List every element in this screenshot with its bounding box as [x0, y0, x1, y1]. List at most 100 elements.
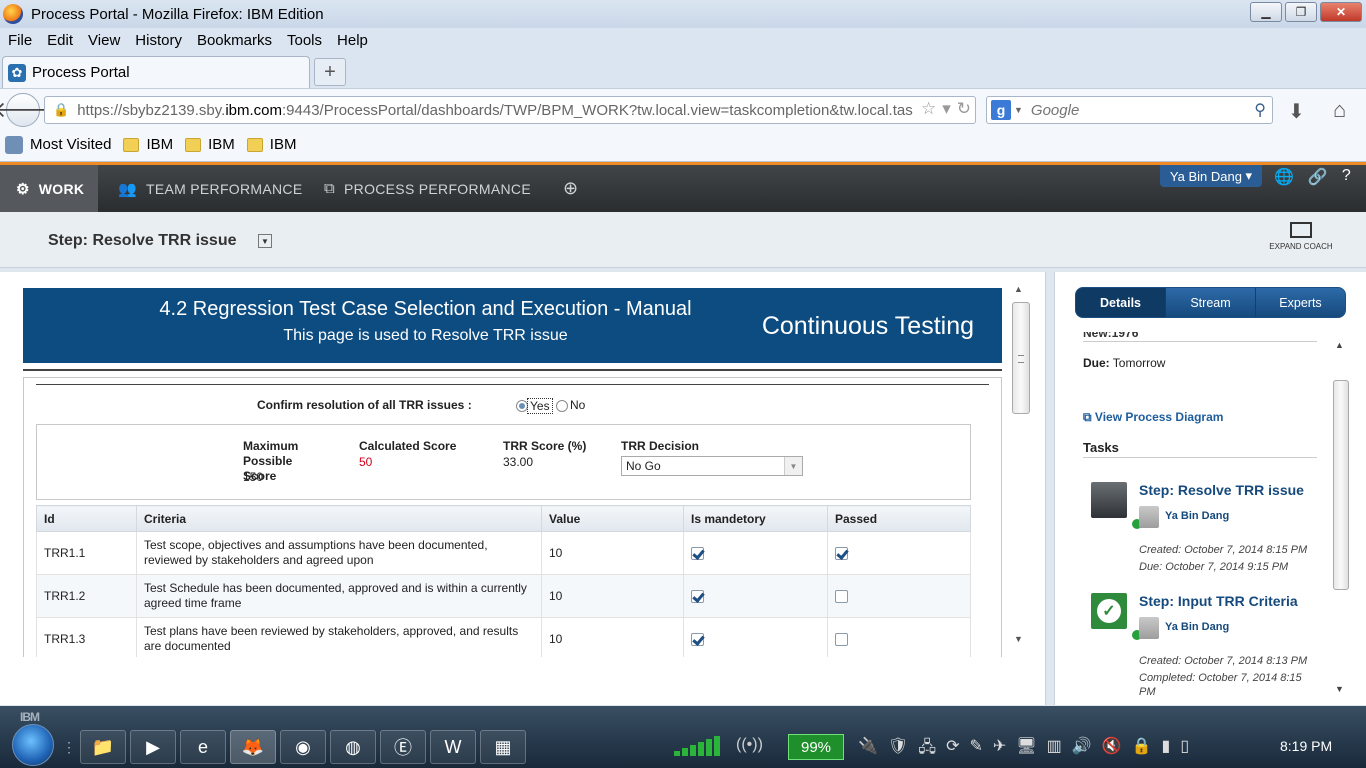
row-value[interactable]: 10	[541, 574, 684, 618]
task-name[interactable]: Step: Input TRR Criteria	[1139, 593, 1298, 609]
col-passed[interactable]: Passed	[827, 505, 971, 532]
col-value[interactable]: Value	[541, 505, 684, 532]
task-user[interactable]: Ya Bin Dang	[1165, 510, 1229, 522]
passed-checkbox[interactable]	[835, 546, 848, 560]
chevron-down-icon[interactable]: ▼	[784, 457, 802, 475]
url-dropdown-icon[interactable]: ▾	[942, 99, 951, 119]
chart-icon[interactable]: ▥	[1047, 736, 1062, 763]
scroll-down-icon[interactable]: ▼	[1014, 634, 1023, 644]
menu-edit[interactable]: Edit	[47, 32, 73, 49]
row-value[interactable]: 10	[541, 531, 684, 575]
passed-checkbox[interactable]	[835, 589, 848, 603]
network-icon[interactable]: 🖧	[918, 736, 936, 763]
word-icon[interactable]: W	[430, 730, 476, 764]
scroll-thumb[interactable]	[1333, 380, 1349, 590]
minimize-button[interactable]: ▁	[1250, 2, 1282, 22]
firefox-taskbar-icon[interactable]: 🦊	[230, 730, 276, 764]
explorer-icon[interactable]: 📁	[80, 730, 126, 764]
device-icon[interactable]: ▯	[1180, 736, 1189, 763]
app-e-icon[interactable]: Ⓔ	[380, 730, 426, 764]
media-player-icon[interactable]: ▶	[130, 730, 176, 764]
app-globe-icon[interactable]: ◍	[330, 730, 376, 764]
lock-tray-icon[interactable]: 🔒	[1132, 736, 1152, 763]
radio-no-label[interactable]: No	[570, 398, 585, 412]
wifi-bars-icon[interactable]: ▮	[1162, 736, 1171, 763]
app-red-icon[interactable]: ◉	[280, 730, 326, 764]
radio-yes-label[interactable]: Yes	[527, 398, 553, 414]
search-box[interactable]: g ▼ ⚲	[986, 96, 1273, 124]
col-mandatory[interactable]: Is mandetory	[683, 505, 828, 532]
signal-strength-icon[interactable]	[674, 736, 720, 756]
close-button[interactable]: ✕	[1320, 2, 1362, 22]
expand-coach-button[interactable]: EXPAND COACH	[1266, 222, 1336, 251]
add-dashboard-icon[interactable]: ⊕	[563, 165, 578, 212]
excel-icon[interactable]: ▦	[480, 730, 526, 764]
search-icon[interactable]: ⚲	[1254, 100, 1266, 120]
menu-help[interactable]: Help	[337, 32, 368, 49]
help-icon[interactable]: ?	[1342, 167, 1351, 187]
clock[interactable]: 8:19 PM	[1280, 738, 1332, 754]
url-bar[interactable]: 🔒 https://sbybz2139.sby. ibm.com:9443/Pro…	[44, 96, 976, 124]
tab-experts[interactable]: Experts	[1255, 288, 1345, 317]
reload-icon[interactable]: ↻	[957, 99, 971, 119]
mandatory-checkbox[interactable]	[691, 632, 704, 646]
wireless-icon[interactable]: ((•))	[736, 736, 763, 754]
bookmark-star-icon[interactable]: ☆	[921, 99, 936, 119]
step-menu-dropdown-icon[interactable]: ▼	[258, 234, 272, 248]
mandatory-checkbox[interactable]	[691, 589, 704, 603]
menu-bookmarks[interactable]: Bookmarks	[197, 32, 272, 49]
plane-icon[interactable]: ✈	[993, 736, 1006, 763]
link-icon[interactable]: 🔗	[1308, 167, 1328, 187]
menu-file[interactable]: File	[8, 32, 32, 49]
volume-icon[interactable]: 🔊	[1072, 736, 1092, 763]
row-value[interactable]: 10	[541, 617, 684, 657]
col-criteria[interactable]: Criteria	[136, 505, 542, 532]
mandatory-checkbox[interactable]	[691, 546, 704, 560]
nav-work[interactable]: ⚙ WORK	[0, 165, 99, 212]
tab-details[interactable]: Details	[1076, 288, 1165, 317]
tab-stream[interactable]: Stream	[1165, 288, 1255, 317]
internet-explorer-icon[interactable]: e	[180, 730, 226, 764]
google-engine-icon[interactable]: g	[991, 100, 1011, 120]
start-button[interactable]	[12, 724, 54, 766]
back-button[interactable]: 🡐	[0, 93, 53, 127]
tools-icon[interactable]: ✎	[969, 736, 982, 763]
bookmark-ibm-3[interactable]: IBM	[270, 136, 297, 153]
engine-dropdown-icon[interactable]: ▼	[1014, 105, 1023, 115]
nav-process-performance[interactable]: ⧉ PROCESS PERFORMANCE	[324, 165, 531, 212]
menu-history[interactable]: History	[135, 32, 182, 49]
bookmark-ibm-1[interactable]: IBM	[146, 136, 173, 153]
monitor-icon[interactable]: 🖥	[1016, 736, 1036, 763]
task-user[interactable]: Ya Bin Dang	[1165, 621, 1229, 633]
home-icon[interactable]: ⌂	[1333, 97, 1346, 123]
view-process-diagram-link[interactable]: ⧉ View Process Diagram	[1083, 410, 1223, 425]
sidebar-scrollbar[interactable]: ▲ ▼	[1331, 336, 1351, 700]
radio-no[interactable]	[556, 400, 568, 412]
shield-icon[interactable]: 🛡	[888, 736, 908, 763]
passed-checkbox[interactable]	[835, 632, 848, 646]
bookmark-most-visited[interactable]: Most Visited	[30, 136, 111, 153]
download-icon[interactable]: ⬇	[1288, 99, 1305, 124]
bookmark-ibm-2[interactable]: IBM	[208, 136, 235, 153]
new-tab-button[interactable]: +	[314, 58, 346, 86]
power-plug-icon[interactable]: 🔌	[858, 736, 878, 763]
scroll-down-icon[interactable]: ▼	[1335, 684, 1344, 694]
search-input[interactable]	[1030, 101, 1241, 119]
menu-view[interactable]: View	[88, 32, 120, 49]
user-menu-button[interactable]: Ya Bin Dang ▾	[1160, 165, 1262, 187]
scroll-thumb[interactable]	[1012, 302, 1030, 414]
task-name[interactable]: Step: Resolve TRR issue	[1139, 482, 1304, 498]
nav-team-performance[interactable]: 👥 TEAM PERFORMANCE	[118, 165, 302, 212]
globe-icon[interactable]: 🌐	[1274, 167, 1294, 187]
col-id[interactable]: Id	[36, 505, 137, 532]
scroll-up-icon[interactable]: ▲	[1335, 340, 1344, 350]
coach-scrollbar[interactable]: ▲ ▼	[1010, 280, 1030, 650]
browser-tab[interactable]: ✿ Process Portal	[2, 56, 310, 88]
mute-icon[interactable]: 🔇	[1102, 736, 1122, 763]
trr-decision-select[interactable]: No Go ▼	[621, 456, 803, 476]
menu-tools[interactable]: Tools	[287, 32, 322, 49]
scroll-up-icon[interactable]: ▲	[1014, 284, 1023, 294]
update-icon[interactable]: ⟳	[946, 736, 959, 763]
battery-indicator[interactable]: 99%	[788, 734, 844, 760]
restore-button[interactable]: ❐	[1285, 2, 1317, 22]
